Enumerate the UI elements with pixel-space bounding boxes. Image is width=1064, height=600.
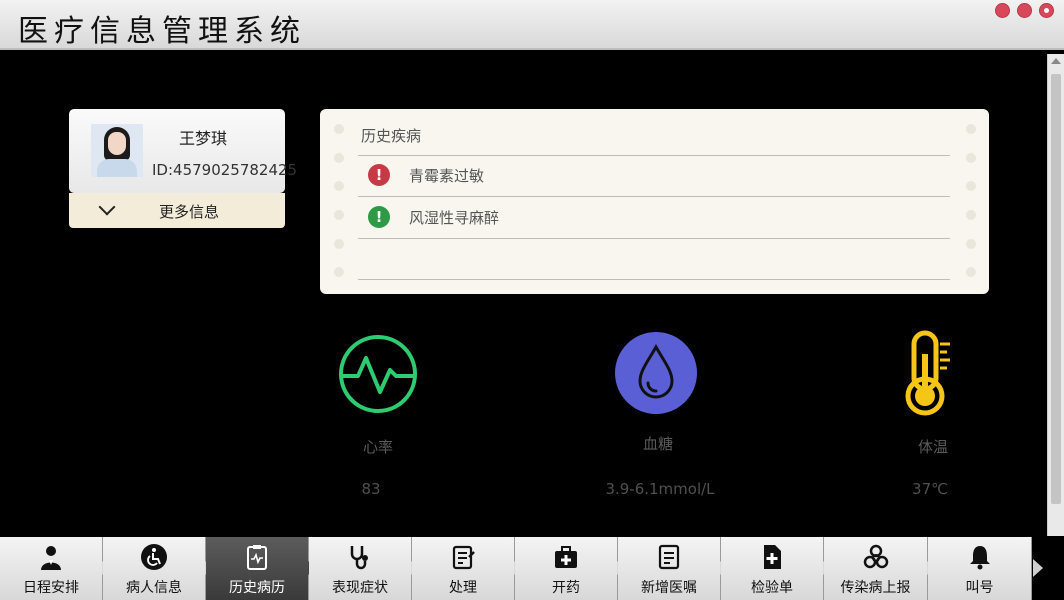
minimize-button[interactable] [995,3,1010,18]
notepad-icon [452,545,475,570]
heartbeat-icon[interactable] [336,334,420,418]
nav-new-order[interactable]: 新增医嘱 [618,537,727,600]
wheelchair-icon [141,544,167,570]
nav-scroll-right-icon[interactable] [1033,559,1043,577]
file-plus-icon [764,545,781,569]
maximize-button[interactable] [1017,3,1032,18]
blood-drop-icon[interactable] [614,331,698,415]
nav-schedule[interactable]: 日程安排 [0,537,109,600]
nav-call-number[interactable]: 叫号 [928,537,1032,600]
nav-symptoms[interactable]: 表现症状 [309,537,418,600]
nav-patient-info[interactable]: 病人信息 [103,537,212,600]
nav-label: 新增医嘱 [641,580,697,596]
vertical-scrollbar[interactable] [1047,54,1064,536]
app-title: 医疗信息管理系统 [18,14,306,49]
chevron-down-icon [98,198,116,216]
more-info-button[interactable]: 更多信息 [69,193,285,228]
biohazard-icon [863,544,888,569]
scroll-up-icon[interactable] [1051,58,1061,64]
temperature-value: 37℃ [912,480,948,498]
temperature-label: 体温 [917,438,948,456]
nav-label: 日程安排 [23,580,79,596]
stethoscope-icon [350,546,368,570]
nav-label: 叫号 [965,580,994,596]
patient-id: ID:4579025782425 [152,161,298,179]
red-exclamation-icon: ! [368,164,390,186]
bell-icon [969,546,990,570]
history-item-text: 风湿性寻麻醉 [409,209,500,227]
thermometer-icon[interactable] [900,330,956,416]
nav-label: 开药 [552,580,580,596]
scrollbar-thumb[interactable] [1051,74,1061,504]
history-panel: 历史疾病 ! 青霉素过敏 ! 风湿性寻麻醉 [320,109,989,294]
patient-name: 王梦琪 [179,129,228,148]
blood-sugar-label: 血糖 [642,435,673,453]
nav-infectious-report[interactable]: 传染病上报 [824,537,934,600]
nav-prescribe[interactable]: 开药 [515,537,624,600]
nav-label: 检验单 [751,580,793,596]
nav-label: 处理 [449,580,477,596]
medkit-icon [555,546,577,568]
more-info-label: 更多信息 [159,203,220,221]
history-heading: 历史疾病 [361,127,422,145]
nav-label: 表现症状 [332,580,388,596]
doctor-icon [41,546,61,570]
history-item-text: 青霉素过敏 [409,167,485,185]
heart-rate-label: 心率 [362,438,393,456]
patient-avatar [91,124,143,177]
title-bar: 医疗信息管理系统 [0,0,1064,50]
close-button[interactable] [1039,3,1054,18]
clipboard-pulse-icon [247,545,267,570]
nav-label: 病人信息 [126,580,182,596]
nav-history[interactable]: 历史病历 [206,537,315,600]
nav-treatment[interactable]: 处理 [412,537,521,600]
nav-lab-order[interactable]: 检验单 [721,537,830,600]
heart-rate-value: 83 [361,480,381,498]
notes-icon [658,544,680,570]
green-exclamation-icon: ! [368,206,390,228]
nav-label: 传染病上报 [840,580,911,596]
bottom-nav: 日程安排 病人信息 历史病历 表现症状 处理 开药 新增医嘱 检验单 传染病上报… [0,537,1064,600]
patient-card: 王梦琪 ID:4579025782425 [69,109,297,193]
nav-label: 历史病历 [229,580,285,596]
blood-sugar-value: 3.9-6.1mmol/L [605,480,715,498]
